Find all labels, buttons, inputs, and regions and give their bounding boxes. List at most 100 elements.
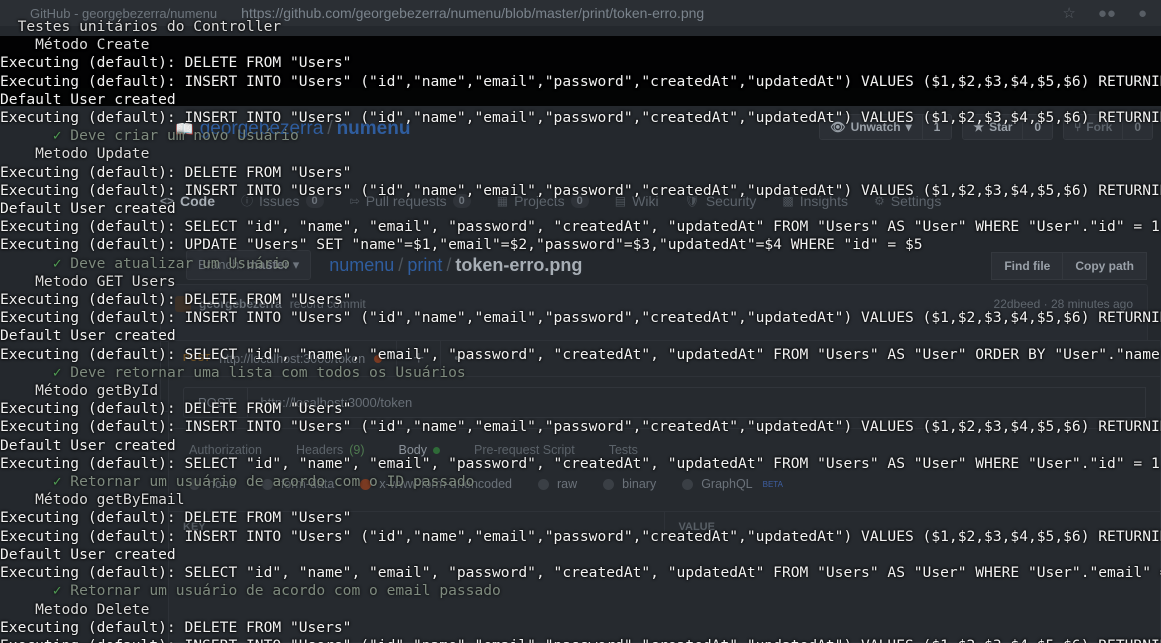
nav-tab-projects-count: 0 xyxy=(570,193,589,208)
commit-hash[interactable]: 22dbeed xyxy=(994,297,1041,311)
commit-meta-sep: · xyxy=(1043,297,1048,311)
latest-commit-row: georgebezerra record commit 22dbeed · 28… xyxy=(161,285,1147,323)
nav-tab-pull-requests-label: Pull requests xyxy=(365,192,447,209)
fork-button[interactable]: ⑂ Fork xyxy=(1064,115,1123,139)
address-bar[interactable]: https://github.com/georgebezerra/numenu/… xyxy=(241,5,704,21)
screen: GitHub - georgebezerra/numenu https://gi… xyxy=(0,0,1161,643)
postman-url-row: POST http://localhost:3000/token xyxy=(169,377,1160,429)
terminal-backdrop-top xyxy=(0,36,1161,88)
branch-name: master xyxy=(246,257,290,272)
copy-path-button[interactable]: Copy path xyxy=(1063,252,1147,280)
find-file-button[interactable]: Find file xyxy=(991,252,1064,280)
file-path-bar: Branch: master ▾ numenu / print / token-erro… xyxy=(186,250,582,280)
postman-subtab-authorization-label: Authorization xyxy=(189,443,262,457)
profile-icon[interactable]: ● xyxy=(1138,6,1147,21)
unsaved-dot-icon xyxy=(374,354,383,363)
nav-tab-code[interactable]: <> Code xyxy=(160,193,215,209)
branch-selector[interactable]: Branch: master ▾ xyxy=(186,250,312,280)
radio-icon xyxy=(682,478,694,490)
fork-button-group: ⑂ Fork 0 xyxy=(1063,114,1153,140)
ellipsis-icon[interactable]: ••• xyxy=(441,350,486,367)
postman-url-input[interactable]: http://localhost:3000/token xyxy=(248,387,1146,418)
body-type-x-www-form-urlencoded[interactable]: x-www-form-urlencoded xyxy=(360,477,512,491)
nav-tab-issues[interactable]: ⓘ Issues 0 xyxy=(241,192,324,209)
postman-subtab-tests[interactable]: Tests xyxy=(609,443,638,457)
commit-author[interactable]: georgebezerra xyxy=(199,297,282,311)
watch-count[interactable]: 1 xyxy=(921,115,952,139)
postman-tab-url: http://localhost:3000/token xyxy=(219,351,366,366)
breadcrumb-file: token-erro.png xyxy=(455,254,583,275)
radio-icon xyxy=(603,478,615,490)
body-type-binary-label: binary xyxy=(622,477,657,491)
nav-tab-settings[interactable]: ⚙ Settings xyxy=(874,193,941,209)
body-type-form-data[interactable]: form-data xyxy=(261,477,335,491)
star-label: Star xyxy=(989,120,1013,134)
body-type-raw-label: raw xyxy=(557,477,578,491)
postman-method-select[interactable]: POST xyxy=(183,387,249,418)
breadcrumb-folder[interactable]: print xyxy=(407,255,442,275)
latest-commit-box: georgebezerra record commit 22dbeed · 28… xyxy=(160,284,1148,342)
radio-icon xyxy=(189,478,200,490)
postman-subtab-headers[interactable]: Headers (9) xyxy=(296,443,365,457)
nav-tab-projects[interactable]: ▦ Projects 0 xyxy=(497,193,589,209)
fork-count[interactable]: 0 xyxy=(1122,115,1152,139)
postman-body-type-radios: none form-data x-www-form-urlencoded raw… xyxy=(169,457,1160,491)
shield-icon: 🛡 xyxy=(684,193,700,208)
repo-header: 📖 georgebezerra/numenu 👁 Unwatch ▾ 1 ★ xyxy=(0,114,1161,186)
body-type-graphql[interactable]: GraphQL BETA xyxy=(682,477,783,491)
gear-icon: ⚙ xyxy=(873,193,885,208)
body-type-form-data-label: form-data xyxy=(280,477,335,491)
postman-tab-bar: POST http://localhost:3000/token + ••• xyxy=(169,341,1160,377)
nav-tab-issues-count: 0 xyxy=(305,193,324,208)
chevron-down-icon: ▾ xyxy=(905,120,912,134)
browser-toolbar-icons: ☆ ●● ● xyxy=(1062,6,1161,21)
browser-tab-title[interactable]: GitHub - georgebezerra/numenu xyxy=(30,6,217,21)
extension-icon[interactable]: ●● xyxy=(1098,6,1116,21)
plus-icon[interactable]: + xyxy=(397,341,442,376)
browser-chrome: GitHub - georgebezerra/numenu https://gi… xyxy=(0,0,1161,26)
postman-request-tab[interactable]: POST http://localhost:3000/token xyxy=(169,341,398,376)
radio-icon xyxy=(261,478,273,490)
repo-owner-link[interactable]: georgebezerra xyxy=(200,118,324,139)
commit-time: 28 minutes ago xyxy=(1050,297,1133,311)
file-toolbar: Find file Copy path xyxy=(991,252,1147,280)
kv-column-value: VALUE xyxy=(678,521,715,533)
body-active-dot-icon xyxy=(433,446,440,454)
star-count[interactable]: 0 xyxy=(1022,115,1053,139)
commit-meta: 22dbeed · 28 minutes ago xyxy=(994,297,1133,311)
unwatch-button[interactable]: 👁 Unwatch ▾ xyxy=(820,115,922,139)
body-type-binary[interactable]: binary xyxy=(603,477,656,491)
issue-icon: ⓘ xyxy=(241,194,254,208)
commit-message[interactable]: record commit xyxy=(290,297,366,311)
nav-tab-security-label: Security xyxy=(705,192,757,209)
body-type-raw[interactable]: raw xyxy=(538,477,577,491)
body-type-none[interactable]: none xyxy=(189,477,236,491)
fork-icon: ⑂ xyxy=(1074,120,1082,134)
code-icon: <> xyxy=(160,193,175,208)
fork-label: Fork xyxy=(1086,120,1113,134)
eye-icon: 👁 xyxy=(830,120,846,134)
nav-tab-security[interactable]: 🛡 Security xyxy=(685,193,757,209)
nav-tab-wiki[interactable]: ▤ Wiki xyxy=(615,193,659,209)
breadcrumb-root[interactable]: numenu xyxy=(329,255,394,275)
radio-selected-icon xyxy=(360,478,372,490)
nav-tab-wiki-label: Wiki xyxy=(632,192,659,209)
star-button-group: ★ Star 0 xyxy=(962,114,1054,140)
star-outline-icon[interactable]: ☆ xyxy=(1062,6,1075,21)
postman-subtab-body[interactable]: Body xyxy=(399,443,440,457)
pull-request-icon: ⇰ xyxy=(349,193,360,208)
postman-tab-method: POST xyxy=(183,353,211,364)
nav-tab-insights[interactable]: ▩ Insights xyxy=(782,193,848,209)
postman-subtab-tests-label: Tests xyxy=(608,443,638,457)
postman-subtab-pre-request-script-label: Pre-request Script xyxy=(474,443,575,457)
projects-icon: ▦ xyxy=(496,193,509,208)
watch-button-group: 👁 Unwatch ▾ 1 xyxy=(819,114,953,140)
repo-title: 📖 georgebezerra / numenu xyxy=(175,118,410,140)
star-button[interactable]: ★ Star xyxy=(963,115,1023,139)
postman-subtab-authorization[interactable]: Authorization xyxy=(189,443,262,457)
repo-name-link[interactable]: numenu xyxy=(337,118,411,139)
star-icon: ★ xyxy=(973,120,985,134)
nav-tab-pull-requests[interactable]: ⇰ Pull requests 0 xyxy=(350,193,471,209)
postman-subtab-pre-request-script[interactable]: Pre-request Script xyxy=(474,443,575,457)
repo-nav: <> Code ⓘ Issues 0 ⇰ Pull requests 0 ▦ P… xyxy=(160,192,941,209)
